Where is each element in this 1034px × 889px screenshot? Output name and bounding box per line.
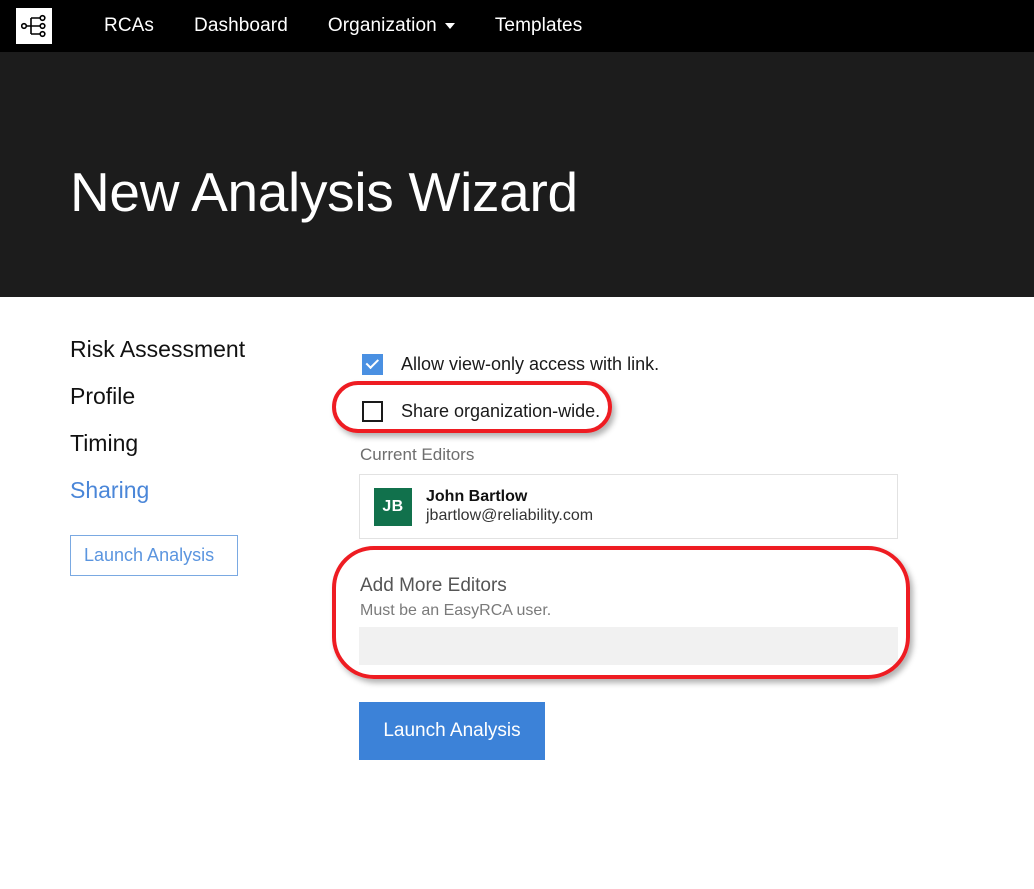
share-organization-wide-row[interactable]: Share organization-wide.	[362, 399, 919, 423]
sidebar-launch-analysis-label: Launch Analysis	[84, 545, 215, 565]
sidebar-item-sharing[interactable]: Sharing	[70, 476, 320, 504]
launch-analysis-button[interactable]: Launch Analysis	[359, 702, 545, 760]
add-more-editors-title: Add More Editors	[360, 575, 507, 596]
share-organization-wide-checkbox[interactable]	[362, 400, 383, 422]
nav-link-rcas-label: RCAs	[104, 15, 155, 36]
page-title: New Analysis Wizard	[70, 161, 578, 223]
sidebar-item-profile[interactable]: Profile	[70, 382, 320, 410]
sidebar-item-timing[interactable]: Timing	[70, 429, 320, 457]
editor-details: John Bartlow jbartlow@reliability.com	[426, 487, 593, 526]
allow-view-only-access-row[interactable]: Allow view-only access with link.	[362, 352, 919, 376]
nav-link-rcas[interactable]: RCAs	[84, 0, 174, 52]
sidebar-item-sharing-label: Sharing	[70, 477, 150, 503]
nav-links: RCAs Dashboard Organization Templates	[84, 0, 602, 52]
hero-banner: New Analysis Wizard	[0, 52, 1034, 297]
nav-link-templates-label: Templates	[494, 15, 583, 36]
app-logo[interactable]	[16, 8, 52, 44]
sidebar-item-risk-assessment-label: Risk Assessment	[70, 336, 246, 362]
share-organization-wide-label: Share organization-wide.	[401, 400, 601, 421]
avatar-initials: JB	[382, 497, 404, 515]
sidebar-launch-analysis-button[interactable]: Launch Analysis	[70, 535, 238, 576]
sidebar-item-risk-assessment[interactable]: Risk Assessment	[70, 335, 320, 363]
chevron-down-icon	[444, 23, 455, 29]
hierarchy-tree-icon	[21, 14, 47, 38]
current-editors-card: JB John Bartlow jbartlow@reliability.com	[359, 474, 898, 539]
nav-link-organization-label: Organization	[327, 15, 437, 36]
sharing-panel: Allow view-only access with link. Share …	[359, 297, 919, 760]
sidebar-item-profile-label: Profile	[70, 383, 136, 409]
current-editors-label: Current Editors	[360, 445, 475, 464]
nav-link-organization[interactable]: Organization	[308, 0, 475, 52]
top-navigation-bar: RCAs Dashboard Organization Templates	[0, 0, 1034, 52]
wizard-step-sidebar: Risk Assessment Profile Timing Sharing L…	[70, 335, 320, 576]
nav-link-dashboard[interactable]: Dashboard	[174, 0, 308, 52]
allow-view-only-access-checkbox[interactable]	[362, 353, 383, 375]
avatar: JB	[374, 487, 412, 526]
check-icon	[365, 355, 379, 369]
add-more-editors-subtitle: Must be an EasyRCA user.	[360, 602, 552, 619]
editor-email: jbartlow@reliability.com	[426, 507, 594, 524]
nav-link-dashboard-label: Dashboard	[194, 15, 288, 36]
allow-view-only-access-label: Allow view-only access with link.	[401, 353, 660, 374]
editor-name: John Bartlow	[426, 488, 528, 505]
nav-link-templates[interactable]: Templates	[475, 0, 603, 52]
sidebar-item-timing-label: Timing	[70, 430, 139, 456]
add-more-editors-input[interactable]	[359, 627, 898, 665]
wizard-content: Risk Assessment Profile Timing Sharing L…	[0, 297, 1034, 889]
